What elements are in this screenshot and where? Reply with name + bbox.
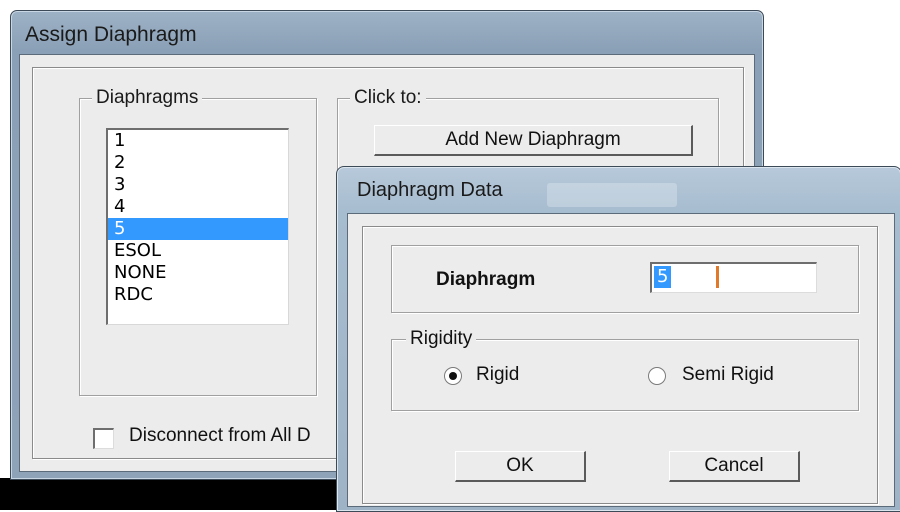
disconnect-checkbox[interactable] (93, 428, 114, 449)
list-item[interactable]: 1 (108, 130, 288, 152)
semi-rigid-radio-label: Semi Rigid (682, 364, 774, 385)
list-item[interactable]: 3 (108, 174, 288, 196)
diaphragm-data-title: Diaphragm Data (357, 179, 503, 201)
disconnect-checkbox-label: Disconnect from All D (129, 425, 311, 446)
assign-diaphragm-title: Assign Diaphragm (25, 23, 197, 46)
rigid-radio[interactable] (444, 367, 462, 385)
diaphragm-data-frame: Diaphragm 5 Rigidity Rigid Semi Rigid OK… (362, 226, 878, 504)
list-item[interactable]: NONE (108, 262, 288, 284)
diaphragm-name-input[interactable]: 5 (650, 262, 817, 293)
text-caret (716, 266, 719, 288)
list-item-selected[interactable]: 5 (108, 218, 288, 240)
click-to-legend: Click to: (350, 86, 426, 110)
add-new-diaphragm-button[interactable]: Add New Diaphragm (374, 125, 693, 156)
radio-selected-dot (449, 372, 457, 380)
diaphragms-legend: Diaphragms (92, 86, 203, 110)
diaphragm-name-value: 5 (654, 266, 672, 288)
titlebar-ghost-reflection (547, 183, 677, 207)
list-item[interactable]: 4 (108, 196, 288, 218)
list-item[interactable]: 2 (108, 152, 288, 174)
list-item[interactable]: RDC (108, 284, 288, 306)
diaphragm-label: Diaphragm (436, 269, 536, 290)
rigid-radio-label: Rigid (476, 364, 520, 385)
ok-button[interactable]: OK (455, 451, 586, 482)
rigidity-group: Rigidity Rigid Semi Rigid (391, 327, 859, 411)
semi-rigid-radio[interactable] (648, 367, 666, 385)
cancel-button[interactable]: Cancel (669, 451, 800, 482)
diaphragm-name-panel: Diaphragm 5 (391, 245, 859, 313)
diaphragm-data-window: Diaphragm Data Diaphragm 5 Rigidity Rigi… (336, 166, 900, 512)
diaphragms-listbox[interactable]: 1 2 3 4 5 ESOL NONE RDC (106, 128, 289, 325)
rigidity-legend: Rigidity (406, 327, 477, 351)
diaphragms-group: Diaphragms 1 2 3 4 5 ESOL NONE RDC (79, 86, 317, 396)
diaphragm-data-client: Diaphragm 5 Rigidity Rigid Semi Rigid OK… (347, 213, 895, 507)
list-item[interactable]: ESOL (108, 240, 288, 262)
